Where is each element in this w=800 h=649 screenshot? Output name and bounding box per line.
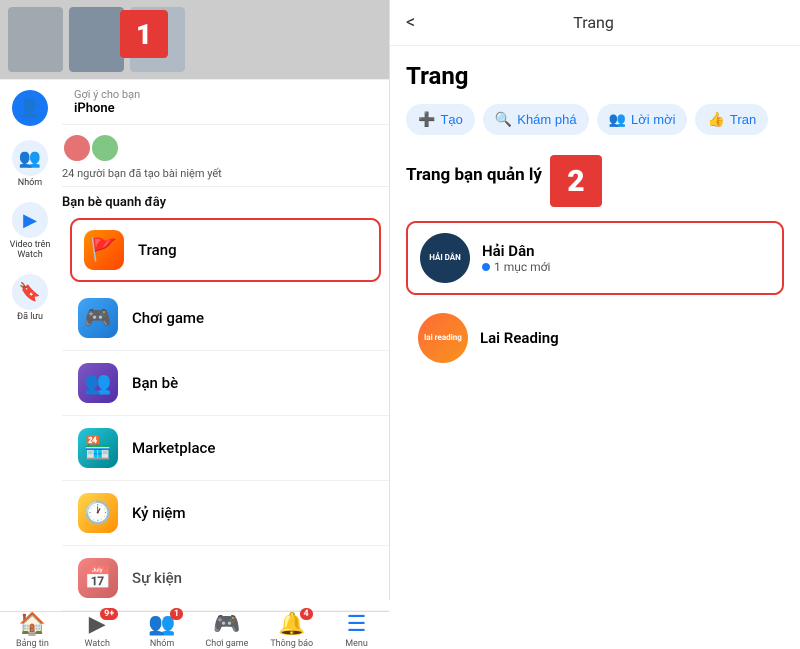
- lai-reading-info: Lai Reading: [480, 329, 772, 347]
- nav-bang-tin[interactable]: 🏠 Bảng tin: [7, 612, 57, 649]
- tab-tran[interactable]: 👍 Tran: [695, 104, 768, 135]
- su-kien-icon: 📅: [78, 558, 118, 598]
- marketplace-label: Marketplace: [132, 439, 215, 457]
- thong-bao-label: Thông báo: [270, 639, 313, 649]
- trang-icon: 🚩: [84, 230, 124, 270]
- watch-label: Watch: [85, 639, 110, 649]
- sidebar-item-nhom[interactable]: 👥 Nhóm: [12, 140, 48, 188]
- nav-choi-game[interactable]: 🎮 Chơi game: [202, 612, 252, 649]
- kham-pha-label: Khám phá: [517, 112, 576, 127]
- watch-badge: 9+: [100, 608, 118, 620]
- hai-dan-logo-text: HẢI DÂN: [429, 253, 461, 263]
- nhom-icon: 👥: [12, 140, 48, 176]
- marketplace-icon: 🏪: [78, 428, 118, 468]
- nhom-nav-label: Nhóm: [150, 639, 174, 649]
- choi-game-nav-icon: 🎮: [213, 612, 240, 637]
- sidebar-item-video[interactable]: ▶ Video trên Watch: [0, 202, 60, 260]
- nav-watch[interactable]: ▶ 9+ Watch: [72, 612, 122, 649]
- menu-list: 🚩 Trang 🎮 Chơi game 👥 Bạn bè 🏪 Marketpla…: [62, 214, 389, 611]
- video-label: Video trên Watch: [0, 240, 60, 260]
- choi-game-icon: 🎮: [78, 298, 118, 338]
- tabs-row: ➕ Tạo 🔍 Khám phá 👥 Lời mời 👍 Tran: [406, 104, 784, 135]
- back-button[interactable]: <: [406, 12, 415, 33]
- lai-reading-logo-text: lai reading: [424, 333, 462, 343]
- bottom-nav: 🏠 Bảng tin ▶ 9+ Watch 👥 1 Nhóm 🎮 Chơi ga…: [0, 611, 389, 649]
- left-panel: 1 👤 👥 Nhóm ▶ Video trên Watch 🔖 Đã lưu G…: [0, 0, 390, 600]
- nearby-label: Bạn bè quanh đây: [62, 187, 389, 214]
- page-main-title: Trang: [406, 62, 784, 90]
- step2-badge: 2: [550, 155, 602, 207]
- daluu-icon: 🔖: [12, 274, 48, 310]
- nhom-badge: 1: [170, 608, 183, 620]
- profile-info: Gợi ý cho bạn iPhone: [74, 88, 377, 116]
- tab-kham-pha[interactable]: 🔍 Khám phá: [483, 104, 589, 135]
- friends-row: [62, 133, 375, 163]
- friends-suggestion: 24 người bạn đã tạo bài niệm yết: [62, 125, 389, 187]
- tao-icon: ➕: [418, 111, 435, 128]
- lai-reading-name: Lai Reading: [480, 329, 772, 347]
- nav-menu[interactable]: ☰ Menu: [332, 612, 382, 649]
- choi-game-nav-label: Chơi game: [205, 639, 248, 649]
- tao-label: Tạo: [440, 112, 462, 127]
- tab-loi-moi[interactable]: 👥 Lời mời: [597, 104, 688, 135]
- tran-icon: 👍: [707, 111, 724, 128]
- menu-item-su-kien[interactable]: 📅 Sự kiện: [62, 546, 389, 611]
- ban-be-label: Bạn bè: [132, 374, 178, 392]
- thong-bao-badge: 4: [300, 608, 313, 620]
- photo-strip: [0, 0, 389, 80]
- left-content-area: Gợi ý cho bạn iPhone 24 người bạn đã tạo…: [62, 80, 389, 611]
- page-card-hai-dan[interactable]: HẢI DÂN Hải Dân 1 mục mới: [406, 221, 784, 295]
- loi-moi-icon: 👥: [609, 111, 626, 128]
- friend-avatar-2: [90, 133, 120, 163]
- kham-pha-icon: 🔍: [495, 111, 512, 128]
- profile-row: Gợi ý cho bạn iPhone: [62, 80, 389, 125]
- photo-thumb-2: [69, 7, 124, 72]
- suggestion-label: Gợi ý cho bạn: [74, 88, 377, 101]
- ban-be-icon: 👥: [78, 363, 118, 403]
- loi-moi-label: Lời mời: [631, 112, 676, 127]
- bang-tin-icon: 🏠: [19, 612, 46, 637]
- nav-nhom[interactable]: 👥 1 Nhóm: [137, 612, 187, 649]
- menu-item-choi-game[interactable]: 🎮 Chơi game: [62, 286, 389, 351]
- menu-item-trang[interactable]: 🚩 Trang: [70, 218, 381, 282]
- right-header: < Trang: [390, 0, 800, 46]
- lai-reading-logo: lai reading: [418, 313, 468, 363]
- avatar-icon: 👤: [12, 90, 48, 126]
- menu-icon: ☰: [347, 612, 367, 637]
- menu-item-ban-be[interactable]: 👥 Bạn bè: [62, 351, 389, 416]
- friends-text: 24 người bạn đã tạo bài niệm yết: [62, 167, 375, 180]
- page-card-lai-reading[interactable]: lai reading Lai Reading: [406, 303, 784, 373]
- profile-name: iPhone: [74, 101, 377, 116]
- friend-avatar-1: [62, 133, 92, 163]
- choi-game-label: Chơi game: [132, 309, 204, 327]
- left-sidebar: 👤 👥 Nhóm ▶ Video trên Watch 🔖 Đã lưu: [0, 80, 60, 322]
- menu-item-ky-niem[interactable]: 🕐 Kỷ niệm: [62, 481, 389, 546]
- photo-thumb-1: [8, 7, 63, 72]
- right-content: Trang ➕ Tạo 🔍 Khám phá 👥 Lời mời 👍 Tran …: [390, 46, 800, 600]
- hai-dan-sub: 1 mục mới: [482, 260, 770, 274]
- nhom-label: Nhóm: [18, 178, 42, 188]
- tran-label: Tran: [730, 112, 756, 127]
- section-title: Trang bạn quản lý: [406, 165, 542, 185]
- menu-nav-label: Menu: [345, 639, 368, 649]
- hai-dan-info: Hải Dân 1 mục mới: [482, 242, 770, 274]
- hai-dan-dot: [482, 263, 490, 271]
- ky-niem-icon: 🕐: [78, 493, 118, 533]
- daluu-label: Đã lưu: [17, 312, 43, 322]
- su-kien-label: Sự kiện: [132, 569, 182, 587]
- hai-dan-name: Hải Dân: [482, 242, 770, 260]
- bang-tin-label: Bảng tin: [16, 639, 49, 649]
- sidebar-item-avatar[interactable]: 👤: [12, 90, 48, 126]
- right-panel: < Trang Trang ➕ Tạo 🔍 Khám phá 👥 Lời mời…: [390, 0, 800, 600]
- nav-thong-bao[interactable]: 🔔 4 Thông báo: [267, 612, 317, 649]
- menu-item-marketplace[interactable]: 🏪 Marketplace: [62, 416, 389, 481]
- trang-label: Trang: [138, 241, 177, 259]
- sidebar-item-daluu[interactable]: 🔖 Đã lưu: [12, 274, 48, 322]
- hai-dan-logo: HẢI DÂN: [420, 233, 470, 283]
- right-header-title: Trang: [427, 13, 760, 32]
- step1-badge: 1: [120, 10, 168, 58]
- ky-niem-label: Kỷ niệm: [132, 504, 186, 522]
- tab-tao[interactable]: ➕ Tạo: [406, 104, 475, 135]
- video-icon: ▶: [12, 202, 48, 238]
